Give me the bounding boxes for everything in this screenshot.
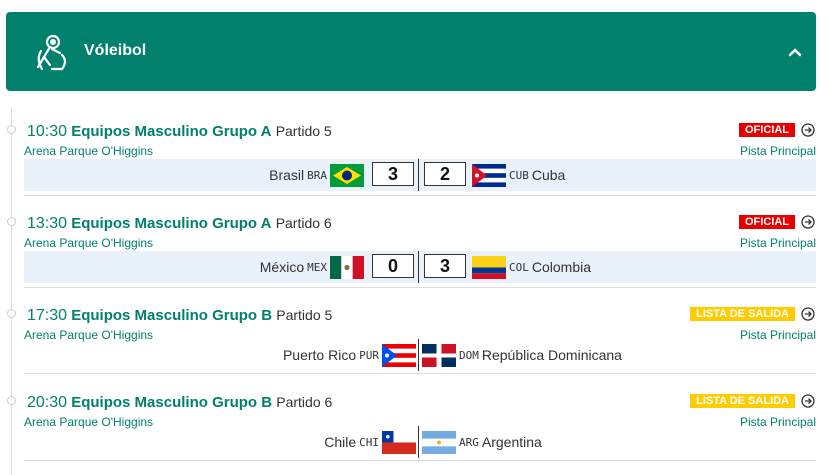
match-row[interactable]: México MEX 0 3 COL Colombia — [24, 251, 816, 283]
home-team-name: Brasil — [269, 167, 305, 183]
match-group[interactable]: Grupo B — [212, 394, 272, 411]
timeline-dot — [7, 309, 16, 318]
away-team-name: Argentina — [481, 434, 542, 450]
away-team-name: Colombia — [531, 259, 592, 275]
status-badge: OFICIAL — [739, 215, 795, 229]
status-badge: LISTA DE SALIDA — [690, 394, 795, 408]
score-divider — [418, 339, 419, 371]
match-item: 20:30 Equipos Masculino Grupo B Partido … — [0, 379, 828, 461]
match-item: 17:30 Equipos Masculino Grupo B Partido … — [0, 292, 828, 374]
timeline-dot — [7, 396, 16, 405]
flag-argentina — [422, 430, 456, 454]
flag-puerto-rico — [382, 343, 416, 367]
away-team-code: COL — [509, 260, 529, 274]
arrow-circle-right-icon[interactable] — [801, 215, 815, 229]
flag-colombia — [472, 255, 506, 279]
away-score: 2 — [424, 162, 466, 186]
match-group[interactable]: Grupo A — [212, 215, 271, 232]
score-divider — [418, 159, 419, 191]
arrow-circle-right-icon[interactable] — [801, 394, 815, 408]
divider — [24, 373, 816, 374]
match-row[interactable]: Puerto Rico PUR DOM República Dominicana — [24, 339, 816, 371]
match-event[interactable]: Equipos Masculino — [71, 394, 208, 411]
match-game: Partido 6 — [276, 394, 333, 410]
divider — [24, 460, 816, 461]
match-title: 13:30 Equipos Masculino Grupo A Partido … — [27, 214, 332, 233]
flag-brazil — [330, 163, 364, 187]
flag-chile — [382, 430, 416, 454]
venue-link[interactable]: Arena Parque O'Higgins — [24, 144, 153, 158]
match-title: 10:30 Equipos Masculino Grupo A Partido … — [27, 122, 332, 141]
match-event[interactable]: Equipos Masculino — [71, 307, 208, 324]
match-group[interactable]: Grupo A — [212, 123, 271, 140]
chevron-up-icon[interactable] — [788, 46, 802, 58]
match-title: 20:30 Equipos Masculino Grupo B Partido … — [27, 393, 332, 412]
match-game: Partido 5 — [276, 307, 333, 323]
score-divider — [418, 426, 419, 458]
status-badge: OFICIAL — [739, 123, 795, 137]
match-time: 20:30 — [27, 394, 68, 411]
match-event[interactable]: Equipos Masculino — [71, 123, 208, 140]
court-link[interactable]: Pista Principal — [740, 144, 816, 158]
flag-cuba — [472, 163, 506, 187]
home-team-name: México — [259, 259, 305, 275]
match-time: 17:30 — [27, 307, 68, 324]
match-game: Partido 5 — [275, 123, 332, 139]
away-team-code: ARG — [459, 435, 479, 449]
away-team: COL Colombia — [472, 251, 591, 283]
arrow-circle-right-icon[interactable] — [801, 307, 815, 321]
match-item: 13:30 Equipos Masculino Grupo A Partido … — [0, 200, 828, 288]
away-team-name: Cuba — [531, 167, 566, 183]
home-score: 0 — [372, 254, 414, 278]
away-team: ARG Argentina — [422, 426, 542, 458]
home-team-code: BRA — [307, 168, 327, 182]
match-time: 10:30 — [27, 123, 68, 140]
match-event[interactable]: Equipos Masculino — [71, 215, 208, 232]
home-score: 3 — [372, 162, 414, 186]
home-team: México MEX — [260, 251, 364, 283]
home-team-code: PUR — [359, 348, 379, 362]
away-team: DOM República Dominicana — [422, 339, 622, 371]
away-team-code: CUB — [509, 168, 529, 182]
away-score: 3 — [424, 254, 466, 278]
match-title: 17:30 Equipos Masculino Grupo B Partido … — [27, 306, 332, 325]
home-team: Chile CHI — [324, 426, 416, 458]
status-badge: LISTA DE SALIDA — [690, 307, 795, 321]
match-game: Partido 6 — [275, 215, 332, 231]
match-time: 13:30 — [27, 215, 68, 232]
divider — [24, 287, 816, 288]
away-team: CUB Cuba — [472, 159, 565, 191]
home-team-code: CHI — [359, 435, 379, 449]
home-team: Brasil BRA — [269, 159, 364, 191]
home-team-name: Puerto Rico — [282, 347, 357, 363]
home-team: Puerto Rico PUR — [283, 339, 416, 371]
volleyball-icon — [36, 34, 67, 71]
venue-link[interactable]: Arena Parque O'Higgins — [24, 236, 153, 250]
home-team-code: MEX — [307, 260, 327, 274]
score-divider — [418, 251, 419, 283]
timeline-dot — [7, 125, 16, 134]
timeline-dot — [7, 217, 16, 226]
flag-mexico — [330, 255, 364, 279]
away-team-code: DOM — [459, 348, 479, 362]
match-row[interactable]: Chile CHI ARG Argentina — [24, 426, 816, 458]
court-link[interactable]: Pista Principal — [740, 236, 816, 250]
divider — [24, 195, 816, 196]
match-item: 10:30 Equipos Masculino Grupo A Partido … — [0, 108, 828, 196]
away-team-name: República Dominicana — [481, 347, 622, 363]
match-group[interactable]: Grupo B — [212, 307, 272, 324]
sport-title: Vóleibol — [84, 42, 147, 59]
flag-dominican-republic — [422, 343, 456, 367]
arrow-circle-right-icon[interactable] — [801, 123, 815, 137]
match-row[interactable]: Brasil BRA 3 2 CUB Cuba — [24, 159, 816, 191]
home-team-name: Chile — [324, 434, 357, 450]
sport-header[interactable]: Vóleibol — [6, 12, 816, 91]
